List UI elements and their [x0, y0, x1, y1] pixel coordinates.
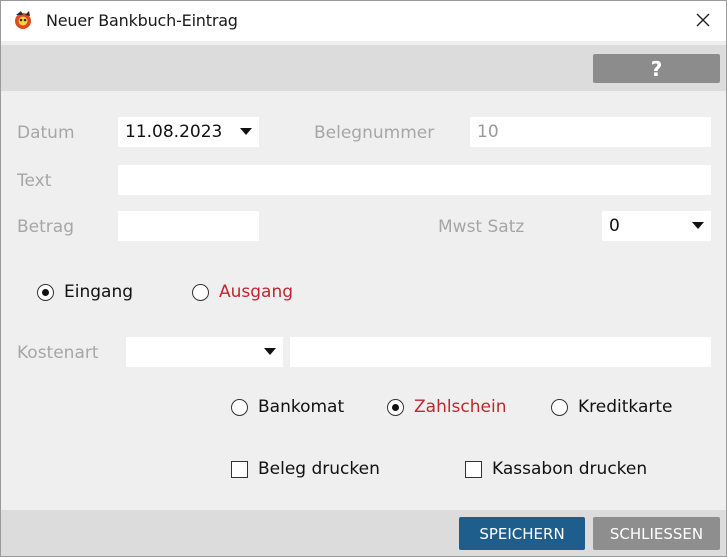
app-logo-icon: [12, 9, 34, 31]
belegnummer-label: Belegnummer: [314, 123, 435, 143]
checkbox-beleg-drucken-label: Beleg drucken: [258, 459, 380, 479]
close-icon[interactable]: [686, 5, 720, 35]
checkbox-kassabon-drucken-label: Kassabon drucken: [492, 459, 648, 479]
radio-zahlschein-indicator[interactable]: [387, 398, 404, 416]
radio-zahlschein[interactable]: Zahlschein: [387, 397, 507, 417]
chevron-down-icon: [692, 222, 704, 229]
radio-kreditkarte-indicator[interactable]: [551, 398, 568, 416]
title-bar: Neuer Bankbuch-Eintrag: [1, 1, 726, 41]
kostenart-label: Kostenart: [17, 343, 99, 363]
checkbox-kassabon-drucken[interactable]: Kassabon drucken: [465, 459, 647, 479]
help-button[interactable]: ?: [593, 54, 720, 83]
datum-value: 11.08.2023: [125, 122, 223, 142]
chevron-down-icon: [240, 128, 252, 135]
betrag-label: Betrag: [17, 217, 74, 237]
checkbox-kassabon-drucken-box[interactable]: [465, 460, 482, 478]
mwst-value: 0: [609, 216, 620, 236]
toolbar: ?: [1, 45, 726, 91]
chevron-down-icon: [264, 348, 276, 355]
text-field[interactable]: [118, 165, 711, 195]
checkbox-beleg-drucken-box[interactable]: [231, 460, 248, 478]
radio-bankomat[interactable]: Bankomat: [231, 397, 344, 417]
radio-zahlschein-label: Zahlschein: [414, 397, 507, 417]
radio-ausgang-label: Ausgang: [219, 282, 294, 302]
radio-bankomat-label: Bankomat: [258, 397, 345, 417]
radio-ausgang[interactable]: Ausgang: [192, 282, 293, 302]
kostenart-select[interactable]: [126, 337, 283, 367]
close-button[interactable]: SCHLIESSEN: [593, 517, 720, 550]
radio-eingang-label: Eingang: [64, 282, 134, 302]
betrag-field[interactable]: [118, 211, 259, 241]
checkbox-beleg-drucken[interactable]: Beleg drucken: [231, 459, 380, 479]
window-title: Neuer Bankbuch-Eintrag: [46, 11, 238, 30]
kostenart-text-field[interactable]: [290, 337, 711, 367]
mwst-label: Mwst Satz: [438, 217, 525, 237]
belegnummer-field[interactable]: 10: [470, 117, 711, 147]
radio-eingang-indicator[interactable]: [37, 283, 54, 301]
mwst-select[interactable]: 0: [602, 211, 711, 241]
radio-kreditkarte[interactable]: Kreditkarte: [551, 397, 672, 417]
radio-eingang[interactable]: Eingang: [37, 282, 133, 302]
datum-picker[interactable]: 11.08.2023: [118, 117, 259, 147]
datum-label: Datum: [17, 123, 75, 143]
radio-bankomat-indicator[interactable]: [231, 398, 248, 416]
text-label: Text: [17, 171, 52, 191]
footer-bar: SPEICHERN SCHLIESSEN: [1, 510, 726, 556]
radio-ausgang-indicator[interactable]: [192, 283, 209, 301]
dialog-window: Neuer Bankbuch-Eintrag ? Datum 11.08.202…: [0, 0, 727, 557]
save-button[interactable]: SPEICHERN: [459, 517, 585, 550]
radio-kreditkarte-label: Kreditkarte: [578, 397, 673, 417]
